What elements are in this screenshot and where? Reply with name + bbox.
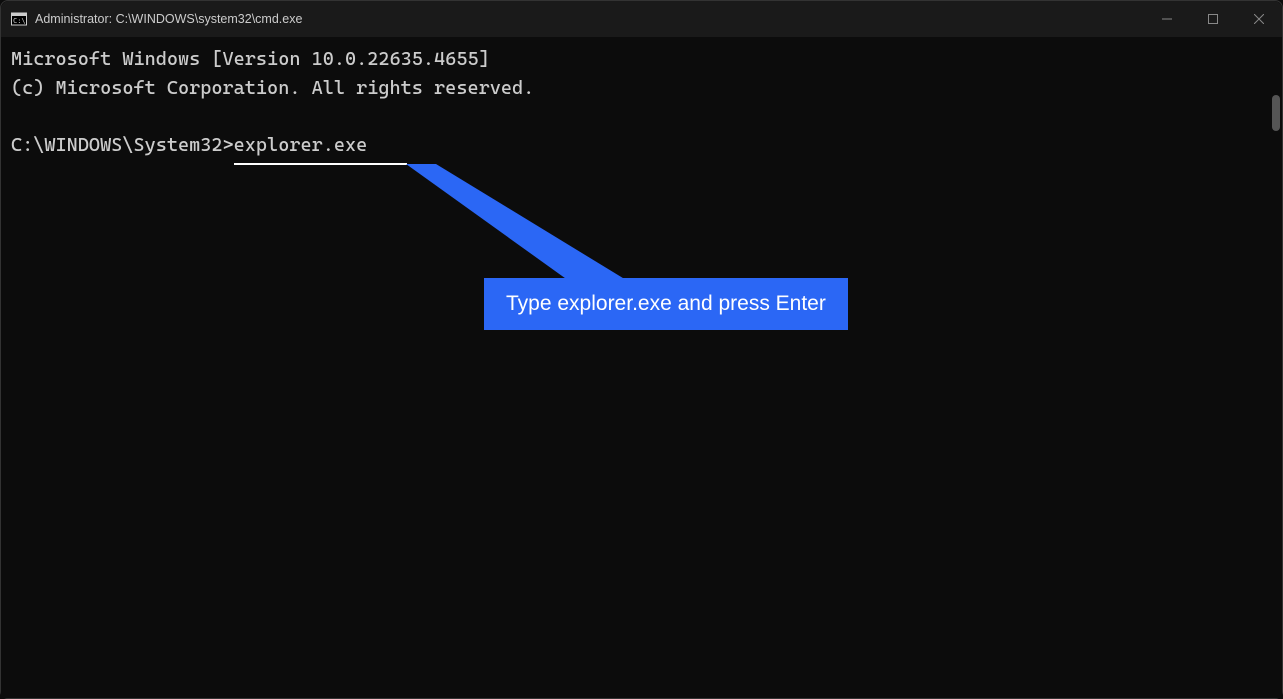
cmd-icon: C:\ (11, 11, 27, 27)
terminal-content: Microsoft Windows [Version 10.0.22635.46… (11, 45, 1272, 159)
scrollbar-thumb[interactable] (1272, 95, 1280, 131)
command-input[interactable]: explorer.exe (234, 131, 368, 160)
close-button[interactable] (1236, 1, 1282, 37)
titlebar[interactable]: C:\ Administrator: C:\WINDOWS\system32\c… (1, 1, 1282, 37)
window-controls (1144, 1, 1282, 37)
window-title: Administrator: C:\WINDOWS\system32\cmd.e… (35, 12, 1144, 26)
minimize-button[interactable] (1144, 1, 1190, 37)
svg-text:C:\: C:\ (13, 17, 26, 25)
command-prompt-window: C:\ Administrator: C:\WINDOWS\system32\c… (0, 0, 1283, 699)
terminal-area[interactable]: Microsoft Windows [Version 10.0.22635.46… (1, 37, 1282, 698)
maximize-button[interactable] (1190, 1, 1236, 37)
version-line: Microsoft Windows [Version 10.0.22635.46… (11, 48, 490, 70)
copyright-line: (c) Microsoft Corporation. All rights re… (11, 77, 534, 99)
prompt-text: C:\WINDOWS\System32> (11, 134, 234, 156)
